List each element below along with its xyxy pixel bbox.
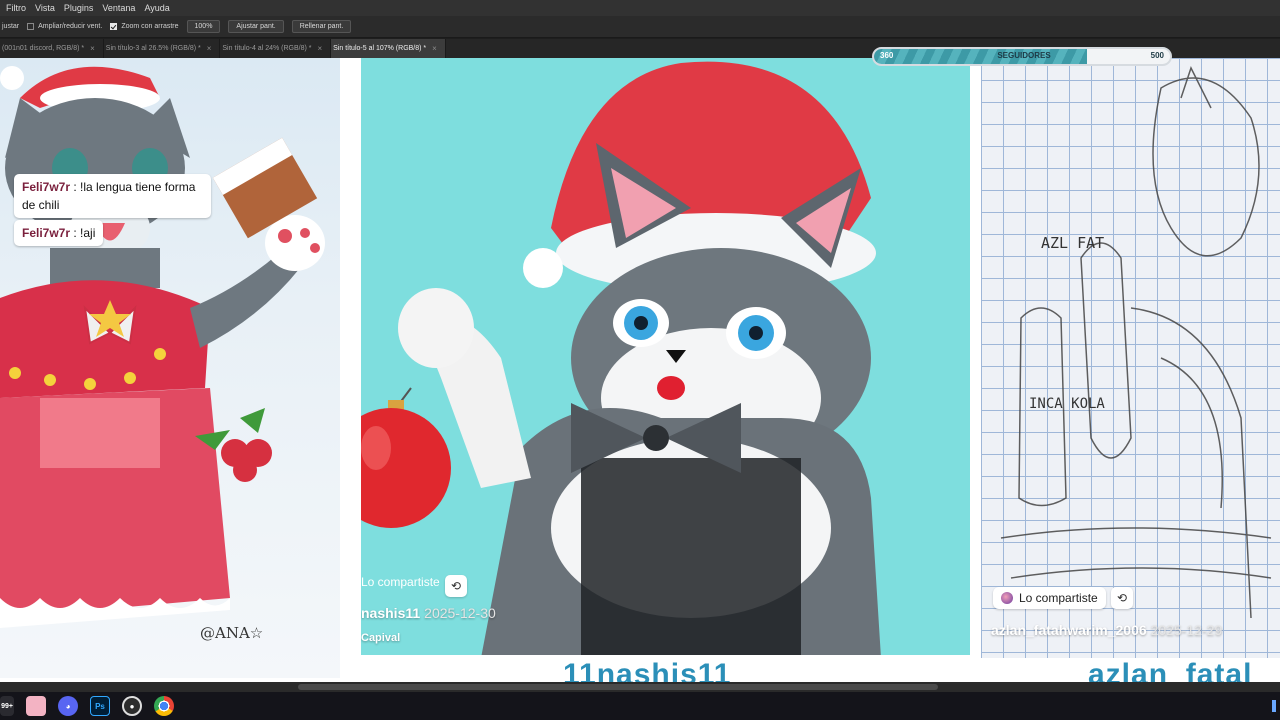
middle-artwork: Lo compartiste ⟲ nashis11 2025-12-30 Capi…	[361, 58, 970, 655]
right-artwork: AZL FAT INCA KOLA Lo compartiste ⟲ azlan…	[981, 58, 1280, 658]
menu-item-filtro[interactable]: Filtro	[6, 3, 26, 13]
photoshop-icon[interactable]: Ps	[90, 696, 110, 716]
fill-screen-button[interactable]: Rellenar pant.	[291, 20, 352, 33]
post-author[interactable]: nashis11 2025-12-30	[361, 605, 496, 621]
followers-label: SEGUIDORES	[997, 51, 1051, 60]
options-partial-label: justar	[2, 23, 20, 30]
fit-screen-button[interactable]: Ajustar pant.	[228, 20, 284, 33]
menu-bar: Filtro Vista Plugins Ventana Ayuda	[0, 0, 1280, 16]
tab-discord[interactable]: (001n01 discord, RGB/8) * ×	[0, 39, 104, 58]
right-big-name: azlan_fatal	[1088, 658, 1253, 682]
resize-windows-checkbox[interactable]: Ampliar/reducir vent.	[27, 23, 102, 30]
shared-label: Lo compartiste	[1019, 591, 1098, 605]
checkbox-box-checked	[110, 23, 118, 30]
checkbox-box	[27, 23, 35, 30]
shared-badge[interactable]: Lo compartiste	[361, 575, 444, 589]
notification-count: 99+	[1, 702, 13, 710]
tab-label: (001n01 discord, RGB/8) *	[2, 45, 85, 52]
followers-goal: 500	[1150, 51, 1164, 60]
document-canvas[interactable]: @ANA☆ Feli7w7r : !la lengua tiene forma …	[0, 58, 1280, 682]
artist-signature: @ANA☆	[200, 624, 263, 642]
close-icon[interactable]: ×	[207, 44, 212, 53]
tab-sin-titulo-3[interactable]: Sin título-3 al 26.5% (RGB/8) * ×	[104, 39, 221, 58]
tab-label: Sin título-3 al 26.5% (RGB/8) *	[105, 45, 201, 52]
followers-progress-bar: 360 SEGUIDORES 500	[872, 47, 1172, 66]
middle-big-name: 11nashis11	[563, 658, 732, 682]
tab-label: Sin título-4 al 24% (RGB/8) *	[222, 45, 312, 52]
christmas-cat-girl-illustration: @ANA☆	[0, 66, 325, 642]
system-tray-indicator[interactable]	[1272, 700, 1276, 712]
tab-sin-titulo-5[interactable]: Sin título-5 al 107% (RGB/8) * ×	[331, 39, 446, 58]
extra-label: Capival	[361, 632, 401, 644]
chat-message: Feli7w7r : !la lengua tiene forma de chi…	[14, 174, 211, 218]
sketch-illustration: AZL FAT INCA KOLA	[1000, 66, 1272, 619]
tab-label: Sin título-5 al 107% (RGB/8) *	[333, 45, 427, 52]
tab-sin-titulo-4[interactable]: Sin título-4 al 24% (RGB/8) * ×	[220, 39, 332, 58]
menu-item-plugins[interactable]: Plugins	[64, 3, 94, 13]
author-name: nashis11	[361, 605, 421, 621]
menu-item-ventana[interactable]: Ventana	[102, 3, 135, 13]
options-bar: justar Ampliar/reducir vent. Zoom con ar…	[0, 16, 1280, 38]
close-icon[interactable]: ×	[90, 44, 95, 53]
scrubby-zoom-label: Zoom con arrastre	[121, 23, 179, 30]
menu-item-vista[interactable]: Vista	[35, 3, 55, 13]
scrollbar-thumb[interactable]	[298, 684, 938, 690]
chat-username: Feli7w7r	[22, 180, 71, 194]
chrome-icon[interactable]	[154, 696, 174, 716]
shared-badge[interactable]: Lo compartiste	[993, 587, 1106, 609]
menu-item-ayuda[interactable]: Ayuda	[144, 3, 169, 13]
post-date: 2025-12-29	[1150, 622, 1223, 638]
close-icon[interactable]: ×	[432, 44, 437, 53]
sketch-text-inca-kola: INCA KOLA	[1029, 396, 1105, 412]
post-date: 2025-12-30	[424, 605, 496, 621]
chat-message: Feli7w7r : !aji	[14, 220, 104, 246]
author-name: azlan_fatahwarim_2006	[991, 622, 1147, 638]
avatar-icon	[1001, 592, 1013, 604]
chat-username: Feli7w7r	[22, 226, 71, 240]
horizontal-scrollbar[interactable]	[0, 682, 1280, 692]
left-artwork: @ANA☆ Feli7w7r : !la lengua tiene forma …	[0, 58, 340, 678]
repost-icon[interactable]: ⟲	[1111, 587, 1133, 609]
chat-text: : !aji	[73, 226, 96, 240]
post-extra: Capival	[361, 632, 400, 644]
christmas-cat-illustration	[361, 61, 881, 655]
resize-windows-label: Ampliar/reducir vent.	[38, 23, 103, 30]
art-app-icon[interactable]	[26, 696, 46, 716]
photoshop-label: Ps	[95, 701, 105, 711]
obs-icon[interactable]: ●	[122, 696, 142, 716]
scrubby-zoom-checkbox[interactable]: Zoom con arrastre	[110, 23, 179, 30]
post-author[interactable]: azlan_fatahwarim_2006 2025-12-29	[991, 622, 1222, 638]
notification-badge-icon[interactable]: 99+	[0, 696, 14, 716]
close-icon[interactable]: ×	[317, 44, 322, 53]
shared-label: Lo compartiste	[361, 575, 440, 589]
repost-icon[interactable]: ⟲	[445, 575, 467, 597]
taskbar: 99+ ◕ Ps ●	[0, 692, 1280, 720]
sketch-text-azl: AZL FAT	[1041, 234, 1104, 252]
zoom-value-field[interactable]: 100%	[186, 20, 221, 33]
discord-icon[interactable]: ◕	[58, 696, 78, 716]
